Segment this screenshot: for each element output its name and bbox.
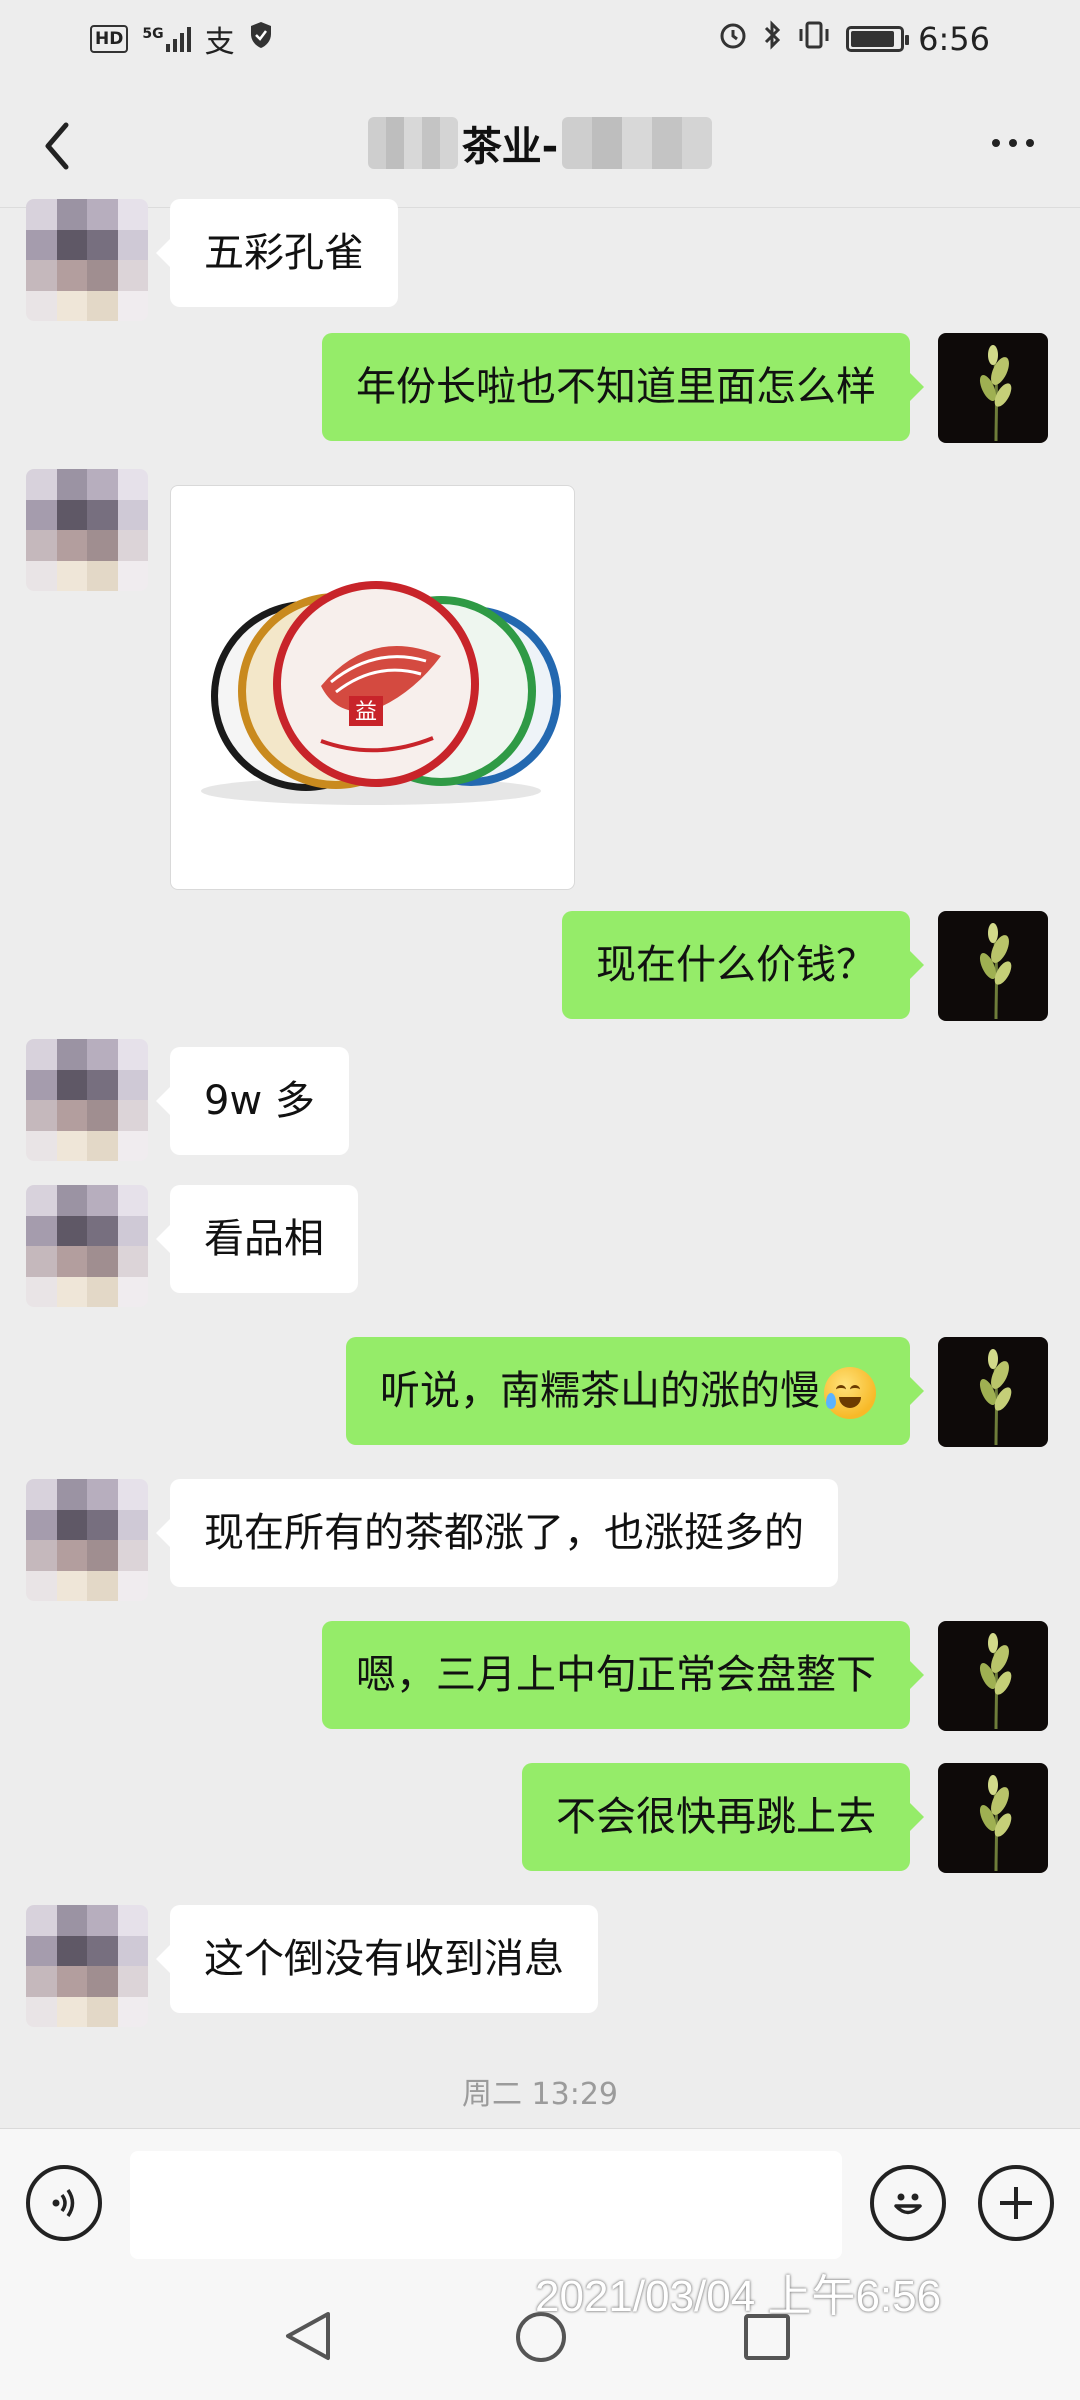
avatar[interactable] [26,1905,148,2027]
status-left: HD 5G 支 [90,17,273,61]
plus-icon [1000,2187,1032,2219]
voice-icon [52,2189,75,2217]
back-chevron-icon [45,122,69,170]
alipay-icon: 支 [204,25,235,60]
bluetooth-icon [762,20,782,58]
avatar[interactable] [938,333,1048,443]
status-right: 6:56 [718,20,990,58]
avatar[interactable] [26,199,148,321]
emoji-icon [894,2193,922,2215]
chat-title-wrap: 茶业- [367,114,713,172]
voice-button[interactable] [26,2165,102,2241]
more-button[interactable] [978,118,1048,168]
svg-text:益: 益 [355,700,377,725]
chat-timestamp: 周二 13:29 [462,2077,618,2112]
chat-header: 茶业- [0,78,1080,208]
date-watermark: 2021/03/04 上午6:56 [535,2272,942,2321]
alarm-icon [718,20,748,58]
hd-icon: HD [90,25,129,53]
message-bubble[interactable]: 9w 多 [156,1047,349,1155]
vibrate-icon [796,20,832,58]
signal-icon: 5G [142,26,191,52]
message-bubble[interactable]: 年份长啦也不知道里面怎么样 [322,333,924,441]
redacted-name-block [562,116,713,169]
nav-back-icon[interactable] [282,2308,334,2364]
more-dots-icon [992,139,1034,147]
message-bubble[interactable]: 不会很快再跳上去 [522,1763,924,1871]
message-bubble[interactable]: 现在什么价钱？ [562,911,924,1019]
message-bubble[interactable]: 听说，南糯茶山的涨的慢 [346,1337,924,1445]
network-type-label: 5G [142,26,164,42]
message-bubble[interactable]: 看品相 [156,1185,358,1293]
avatar[interactable] [938,1621,1048,1731]
chat-title: 茶业- [461,123,559,170]
avatar[interactable] [938,1337,1048,1447]
avatar[interactable] [938,1763,1048,1873]
back-button[interactable] [32,116,82,176]
input-bar [0,2128,1080,2278]
message-bubble[interactable]: 五彩孔雀 [156,199,398,307]
message-bubble[interactable]: 这个倒没有收到消息 [156,1905,598,2013]
plus-button[interactable] [978,2165,1054,2241]
message-list[interactable]: 五彩孔雀 年份长啦也不知道里面怎么样 益 现在什么价钱？ 9w 多 看品相 听说… [0,199,1080,2129]
avatar[interactable] [26,469,148,591]
battery-icon [846,26,910,52]
tea-cakes-image[interactable]: 益 [170,485,575,890]
message-input[interactable] [130,2151,842,2259]
message-bubble[interactable]: 现在所有的茶都涨了，也涨挺多的 [156,1479,838,1587]
avatar[interactable] [26,1039,148,1161]
avatar[interactable] [938,911,1048,1021]
message-bubble[interactable]: 嗯，三月上中旬正常会盘整下 [322,1621,924,1729]
emoji-button[interactable] [870,2165,946,2241]
avatar[interactable] [26,1185,148,1307]
message-text: 听说，南糯茶山的涨的慢 [380,1368,820,1414]
redacted-name-block [367,116,458,169]
laughing-tears-emoji-icon [824,1367,876,1419]
status-time: 6:56 [918,20,990,58]
shield-icon [249,21,273,57]
status-bar: HD 5G 支 6:56 [0,0,1080,78]
avatar[interactable] [26,1479,148,1601]
